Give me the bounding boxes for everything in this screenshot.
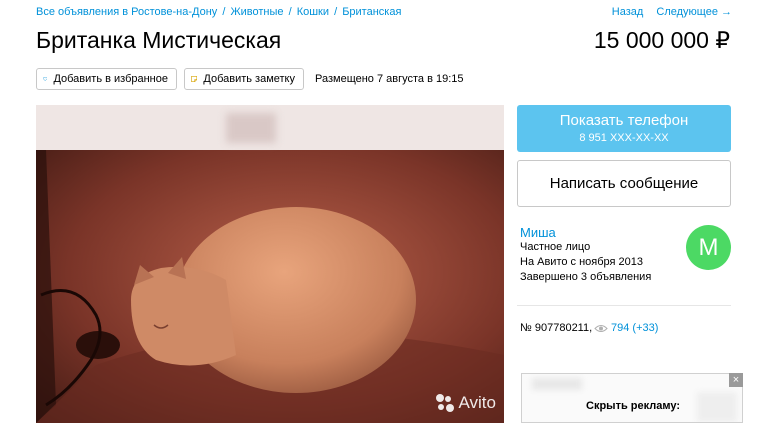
item-number: № 907780211, [520, 322, 593, 334]
seller-type: Частное лицо [520, 241, 591, 253]
avito-dots-icon [435, 394, 454, 412]
avatar[interactable]: М [686, 225, 731, 270]
breadcrumb-separator: / [288, 6, 292, 18]
seller-name[interactable]: Миша [520, 225, 556, 240]
divider [517, 305, 731, 306]
add-to-favorites-button[interactable]: Добавить в избранное [36, 68, 177, 90]
eye-icon [594, 324, 608, 332]
breadcrumb-cats[interactable]: Кошки [297, 6, 329, 18]
next-link[interactable]: Следующее → [656, 6, 732, 18]
seller-completed[interactable]: Завершено 3 объявления [520, 271, 651, 283]
write-message-button[interactable]: Написать сообщение [517, 160, 731, 207]
listing-nav: Назад Следующее → [602, 6, 732, 18]
breadcrumb-separator: / [334, 6, 338, 18]
photo-blur [226, 113, 276, 143]
posted-date: Размещено 7 августа в 19:15 [315, 73, 464, 85]
photo-watermark: Avito [435, 393, 497, 413]
breadcrumb-animals[interactable]: Животные [230, 6, 283, 18]
breadcrumb-separator: / [222, 6, 226, 18]
note-icon [191, 76, 198, 82]
watermark-text: Avito [458, 393, 497, 412]
views-count[interactable]: 794 (+33) [594, 322, 658, 334]
add-note-label: Добавить заметку [203, 73, 295, 85]
seller-since: На Авито с ноября 2013 [520, 256, 644, 268]
close-icon[interactable]: × [729, 373, 743, 387]
heart-icon [43, 77, 48, 81]
breadcrumb: Все объявления в Ростове-на-Дону / Живот… [36, 6, 401, 18]
add-note-button[interactable]: Добавить заметку [184, 68, 304, 90]
show-phone-button[interactable]: Показать телефон 8 951 XXX-XX-XX [517, 105, 731, 152]
listing-photo[interactable]: Avito [36, 105, 504, 423]
breadcrumb-all-listings[interactable]: Все объявления в Ростове-на-Дону [36, 6, 217, 18]
phone-masked: 8 951 XXX-XX-XX [579, 132, 669, 144]
hide-ad-label[interactable]: Скрыть рекламу: [522, 400, 742, 412]
breadcrumb-british[interactable]: Британская [342, 6, 401, 18]
cat-photo [36, 150, 504, 423]
ad-background [532, 378, 582, 390]
views-label: 794 (+33) [611, 322, 659, 334]
page-title: Британка Мистическая [36, 27, 282, 53]
add-to-favorites-label: Добавить в избранное [53, 73, 168, 85]
show-phone-label: Показать телефон [559, 112, 689, 129]
price: 15 000 000 ₽ [593, 27, 730, 53]
back-link[interactable]: Назад [612, 6, 644, 18]
ad-block: Скрыть рекламу: [521, 373, 743, 423]
